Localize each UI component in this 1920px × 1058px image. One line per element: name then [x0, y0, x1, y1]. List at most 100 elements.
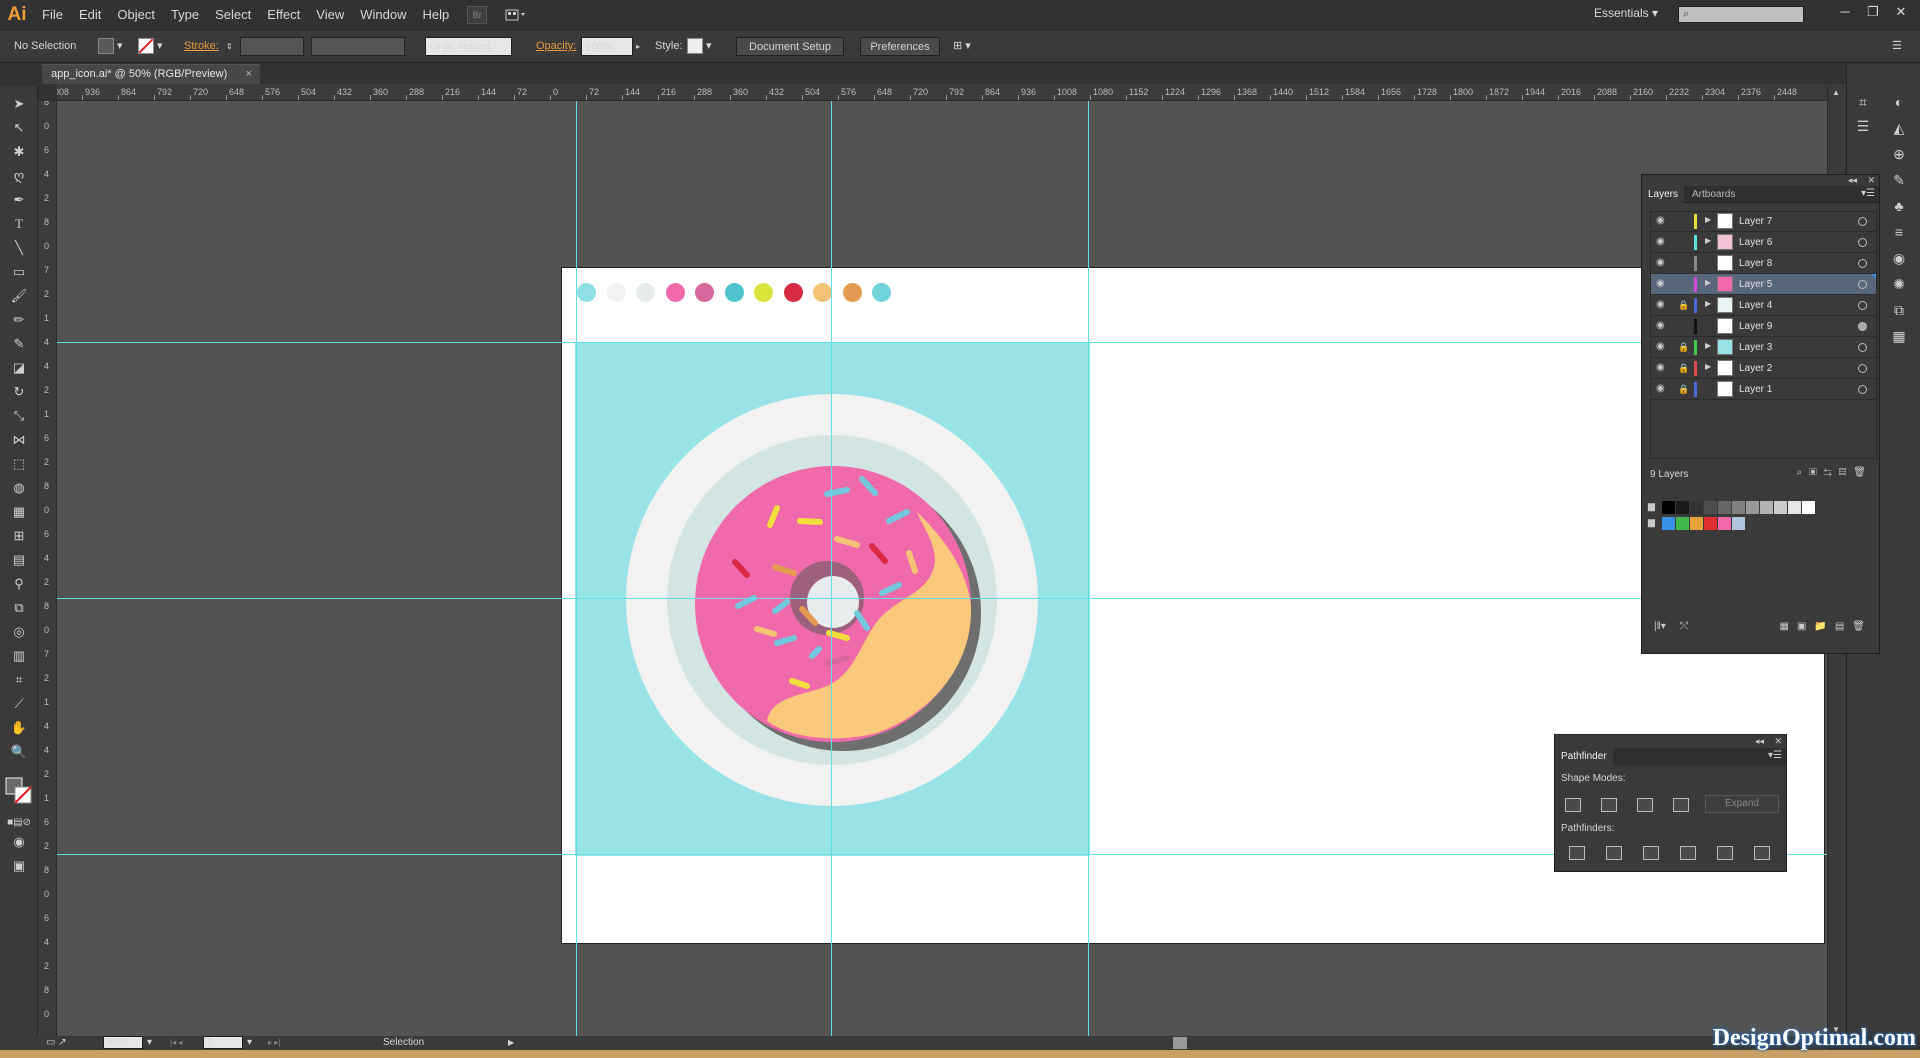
layers-dock-icon[interactable]: ▦: [1889, 326, 1909, 346]
close-pathfinder-icon[interactable]: ✕: [1774, 736, 1782, 747]
artboard-dropdown-icon[interactable]: ▾: [247, 1036, 252, 1050]
guide-vertical-right[interactable]: [1088, 101, 1089, 1036]
guide-vertical-center[interactable]: [831, 101, 832, 1036]
layer-name[interactable]: Layer 6: [1739, 232, 1772, 253]
layer-name[interactable]: Layer 5: [1739, 274, 1772, 295]
menu-object[interactable]: Object: [109, 0, 163, 30]
target-circle-icon[interactable]: [1858, 364, 1867, 373]
expand-arrow-icon[interactable]: ▶: [1705, 299, 1711, 308]
swatch[interactable]: [1746, 501, 1759, 514]
visibility-eye-icon[interactable]: ◉: [1656, 237, 1666, 247]
color-guide-icon[interactable]: ◭: [1889, 118, 1909, 138]
brushes-panel-icon[interactable]: ✎: [1889, 170, 1909, 190]
gradient-tool-icon[interactable]: ▤: [9, 550, 29, 570]
document-setup-button[interactable]: Document Setup: [736, 37, 844, 56]
stroke-swatch[interactable]: ▾: [138, 37, 168, 56]
tab-layers[interactable]: Layers: [1642, 186, 1685, 203]
stroke-label[interactable]: Stroke:: [184, 37, 219, 56]
control-bar-menu-icon[interactable]: ☰: [1892, 37, 1912, 56]
horizontal-scrollbar[interactable]: [528, 1036, 1828, 1050]
visibility-eye-icon[interactable]: ◉: [1656, 342, 1666, 352]
variable-width-dropdown[interactable]: [311, 37, 405, 56]
palette-dot[interactable]: [754, 283, 773, 302]
lock-icon[interactable]: 🔒: [1678, 342, 1689, 352]
guide-vertical-left[interactable]: [576, 101, 577, 1036]
free-transform-tool-icon[interactable]: ⬚: [9, 454, 29, 474]
palette-dot[interactable]: [606, 283, 626, 302]
artboard-field[interactable]: 1: [203, 1036, 243, 1049]
eraser-tool-icon[interactable]: ◪: [9, 358, 29, 378]
trim-button[interactable]: [1606, 846, 1622, 860]
target-circle-icon[interactable]: [1858, 322, 1867, 331]
lock-icon[interactable]: 🔒: [1678, 384, 1689, 394]
expand-button[interactable]: Expand: [1705, 795, 1779, 813]
screen-mode-icon[interactable]: ▣: [9, 856, 29, 876]
color-panel-icon[interactable]: ◐: [1889, 92, 1909, 112]
rectangle-tool-icon[interactable]: ▭: [9, 262, 29, 282]
swatch[interactable]: [1760, 501, 1773, 514]
artboards-panel-icon[interactable]: ⌗: [1853, 92, 1873, 112]
swatch[interactable]: [1676, 501, 1689, 514]
crop-button[interactable]: [1680, 846, 1696, 860]
artboard-next-icons[interactable]: ▸ ▸|: [268, 1036, 280, 1050]
visibility-eye-icon[interactable]: ◉: [1656, 384, 1666, 394]
arrange-documents-button[interactable]: [501, 6, 531, 24]
menu-help[interactable]: Help: [414, 0, 457, 30]
close-button[interactable]: ✕: [1888, 3, 1914, 21]
palette-dot[interactable]: [872, 283, 891, 302]
swatch[interactable]: [1662, 517, 1675, 530]
lock-toggle[interactable]: [1678, 216, 1688, 226]
swatch[interactable]: [1802, 501, 1815, 514]
menu-effect[interactable]: Effect: [259, 0, 308, 30]
expand-arrow-icon[interactable]: ▶: [1705, 215, 1711, 224]
blob-brush-tool-icon[interactable]: ✎: [9, 334, 29, 354]
graphic-styles-icon[interactable]: ✺: [1889, 274, 1909, 294]
layer-name[interactable]: Layer 8: [1739, 253, 1772, 274]
slice-tool-icon[interactable]: ⟋: [9, 694, 29, 714]
target-circle-icon[interactable]: [1858, 259, 1867, 268]
merge-button[interactable]: [1643, 846, 1659, 860]
width-tool-icon[interactable]: ⋈: [9, 430, 29, 450]
lock-icon[interactable]: 🔒: [1678, 363, 1689, 373]
lock-icon[interactable]: 🔒: [1678, 300, 1689, 310]
column-graph-tool-icon[interactable]: ▥: [9, 646, 29, 666]
swatch[interactable]: [1718, 517, 1731, 530]
shape-builder-tool-icon[interactable]: ◍: [9, 478, 29, 498]
paintbrush-tool-icon[interactable]: 🖌: [9, 286, 29, 306]
layer-row[interactable]: ◉ Layer 9: [1650, 316, 1877, 337]
palette-dot[interactable]: [783, 283, 803, 302]
swatch-kind-icon[interactable]: ⤲: [1680, 621, 1688, 632]
palette-dot[interactable]: [813, 283, 832, 302]
layer-row[interactable]: ◉ ▶ Layer 6: [1650, 232, 1877, 253]
palette-dot[interactable]: [577, 283, 596, 302]
divide-button[interactable]: [1569, 846, 1585, 860]
palette-dot[interactable]: [636, 283, 655, 302]
visibility-eye-icon[interactable]: ◉: [1656, 363, 1666, 373]
arrange-panels-icon[interactable]: ⊞ ▾: [953, 37, 983, 56]
outline-button[interactable]: [1717, 846, 1733, 860]
menu-view[interactable]: View: [308, 0, 352, 30]
navigator-icon[interactable]: ⊕: [1889, 144, 1909, 164]
layer-row[interactable]: ◉ ▶ Layer 5: [1650, 274, 1877, 295]
visibility-eye-icon[interactable]: ◉: [1656, 279, 1666, 289]
restore-button[interactable]: ❐: [1860, 3, 1886, 21]
collapse-pathfinder-icon[interactable]: ◂◂: [1755, 736, 1764, 747]
artboard-prev-icons[interactable]: |◂ ◂: [170, 1036, 182, 1050]
lock-toggle[interactable]: [1678, 321, 1688, 331]
pencil-tool-icon[interactable]: ✏: [9, 310, 29, 330]
visibility-eye-icon[interactable]: ◉: [1656, 300, 1666, 310]
lock-toggle[interactable]: [1678, 237, 1688, 247]
swatch-folder-icon[interactable]: ▆: [1648, 501, 1655, 512]
magic-wand-tool-icon[interactable]: ✱: [9, 142, 29, 162]
swatch[interactable]: [1690, 501, 1703, 514]
expand-arrow-icon[interactable]: ▶: [1705, 341, 1711, 350]
stroke-stepper[interactable]: ⇕: [226, 37, 236, 56]
minus-back-button[interactable]: [1754, 846, 1770, 860]
bridge-button[interactable]: Br: [467, 5, 488, 24]
close-panel-icon[interactable]: ✕: [1867, 175, 1875, 186]
zoom-tool-icon[interactable]: 🔍: [9, 742, 29, 762]
expand-arrow-icon[interactable]: ▶: [1705, 278, 1711, 287]
zoom-dropdown-icon[interactable]: ▾: [147, 1036, 152, 1050]
layer-row[interactable]: ◉ 🔒 ▶ Layer 4: [1650, 295, 1877, 316]
hand-tool-icon[interactable]: ✋: [9, 718, 29, 738]
